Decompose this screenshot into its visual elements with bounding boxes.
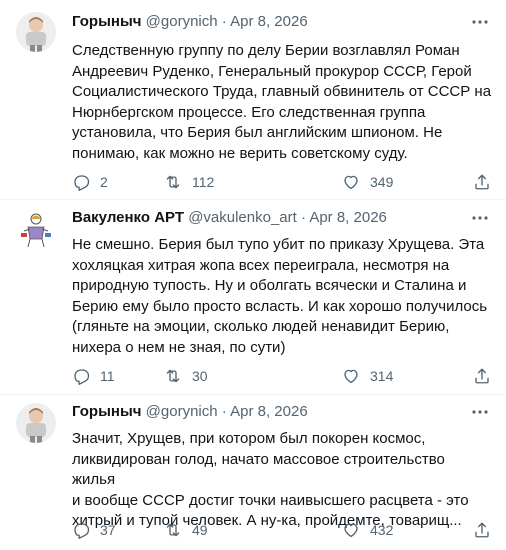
retweet-count: 30: [192, 368, 208, 384]
share-button[interactable]: [473, 172, 491, 192]
tweet-text-line: установила, что Берия был английским шпи…: [72, 124, 443, 141]
separator: ·: [221, 13, 227, 30]
tweet-actions: 11 30 314: [72, 366, 492, 386]
tweet-text-line: ликвидирован голод, начато массовое стро…: [72, 450, 445, 489]
tweet-header: Горыныч @gorynich · Apr 8, 2026: [72, 12, 490, 32]
author-name[interactable]: Горыныч: [72, 403, 141, 420]
more-icon[interactable]: [470, 208, 490, 228]
share-icon: [475, 174, 489, 190]
reply-count: 11: [100, 368, 115, 384]
tweet-text: Значит, Хрущев, при котором был покорен …: [72, 429, 492, 532]
share-icon: [475, 522, 489, 538]
tweet-actions: 2 112 349: [72, 172, 492, 192]
heart-icon: [344, 369, 358, 384]
share-button[interactable]: [473, 520, 491, 540]
tweet-actions: 37 49 432: [72, 520, 492, 540]
author-handle[interactable]: @gorynich: [146, 403, 218, 420]
separator: ·: [221, 403, 227, 420]
like-count: 314: [370, 368, 394, 384]
tweet-text-line: Берию ему было просто всласть. И как хор…: [72, 297, 488, 315]
more-icon[interactable]: [470, 12, 490, 32]
tweet-text-line: хохляцкая хитрая жопа всех переиграла, н…: [72, 256, 450, 274]
tweet[interactable]: Вакуленко АРТ @vakulenko_art · Apr 8, 20…: [0, 199, 506, 394]
heart-icon: [344, 175, 358, 190]
tweet-text-line: и вообще СССР достиг точки наивысшего ра…: [72, 491, 469, 509]
avatar[interactable]: [16, 209, 56, 249]
heart-icon: [344, 523, 358, 538]
reply-button[interactable]: 2: [72, 172, 108, 192]
avatar-sketch-image: [16, 209, 56, 249]
tweet-text-line: Не смешно. Берия был тупо убит по приказ…: [72, 236, 485, 253]
retweet-button[interactable]: 30: [164, 366, 208, 386]
reply-button[interactable]: 11: [72, 366, 115, 386]
tweet-header: Вакуленко АРТ @vakulenko_art · Apr 8, 20…: [72, 208, 490, 228]
tweet-text-line: Андреевич Руденко, Генеральный прокурор …: [72, 62, 472, 80]
like-button[interactable]: 432: [342, 520, 393, 540]
like-count: 349: [370, 174, 394, 190]
author-handle[interactable]: @vakulenko_art: [188, 209, 297, 226]
tweet-header: Горыныч @gorynich · Apr 8, 2026: [72, 402, 490, 422]
tweet-text-line: Значит, Хрущев, при котором был покорен …: [72, 430, 426, 447]
retweet-count: 112: [192, 174, 215, 190]
avatar[interactable]: [16, 12, 56, 52]
tweet-date[interactable]: Apr 8, 2026: [309, 209, 387, 226]
reply-icon: [74, 369, 90, 385]
timeline: Горыныч @gorynich · Apr 8, 2026 Следстве…: [0, 0, 506, 550]
reply-icon: [74, 523, 90, 539]
tweet-text-line: понимаю, как можно не верить советскому …: [72, 144, 408, 162]
author-name[interactable]: Горыныч: [72, 13, 141, 30]
tweet[interactable]: Горыныч @gorynich · Apr 8, 2026 Следстве…: [0, 0, 506, 199]
reply-icon: [74, 175, 90, 191]
tweet-text-line: Социалистического Труда, главный обвинит…: [72, 83, 492, 100]
avatar-child-image: [16, 12, 56, 52]
like-button[interactable]: 314: [342, 366, 393, 386]
author-name[interactable]: Вакуленко АРТ: [72, 209, 184, 226]
reply-count: 2: [100, 174, 108, 190]
tweet-text-line: Следственную группу по делу Берии возгла…: [72, 42, 460, 59]
separator: ·: [300, 209, 306, 226]
retweet-button[interactable]: 112: [164, 172, 214, 192]
avatar-child-image: [16, 403, 56, 443]
tweet[interactable]: Горыныч @gorynich · Apr 8, 2026 Значит, …: [0, 394, 506, 550]
more-icon[interactable]: [470, 402, 490, 422]
tweet-date[interactable]: Apr 8, 2026: [230, 403, 308, 420]
reply-button[interactable]: 37: [72, 520, 116, 540]
retweet-count: 49: [192, 522, 208, 538]
tweet-text-line: (гляньте на эмоции, сколько людей ненави…: [72, 318, 450, 335]
tweet-date[interactable]: Apr 8, 2026: [230, 13, 308, 30]
tweet-text-line: природную тупость. Ну и оболгать всяческ…: [72, 277, 467, 294]
like-button[interactable]: 349: [342, 172, 393, 192]
retweet-icon: [166, 369, 180, 383]
retweet-icon: [166, 175, 180, 189]
author-handle[interactable]: @gorynich: [146, 13, 218, 30]
tweet-text-line: нихера о нем не зная, по сути): [72, 338, 286, 356]
tweet-text: Не смешно. Берия был тупо убит по приказ…: [72, 235, 492, 358]
like-count: 432: [370, 522, 394, 538]
retweet-icon: [166, 523, 180, 537]
reply-count: 37: [100, 522, 116, 538]
retweet-button[interactable]: 49: [164, 520, 208, 540]
tweet-text-line: Нюрнбергском процессе. Его следственная …: [72, 103, 426, 121]
avatar[interactable]: [16, 403, 56, 443]
tweet-text: Следственную группу по делу Берии возгла…: [72, 41, 492, 164]
share-icon: [475, 368, 489, 384]
share-button[interactable]: [473, 366, 491, 386]
